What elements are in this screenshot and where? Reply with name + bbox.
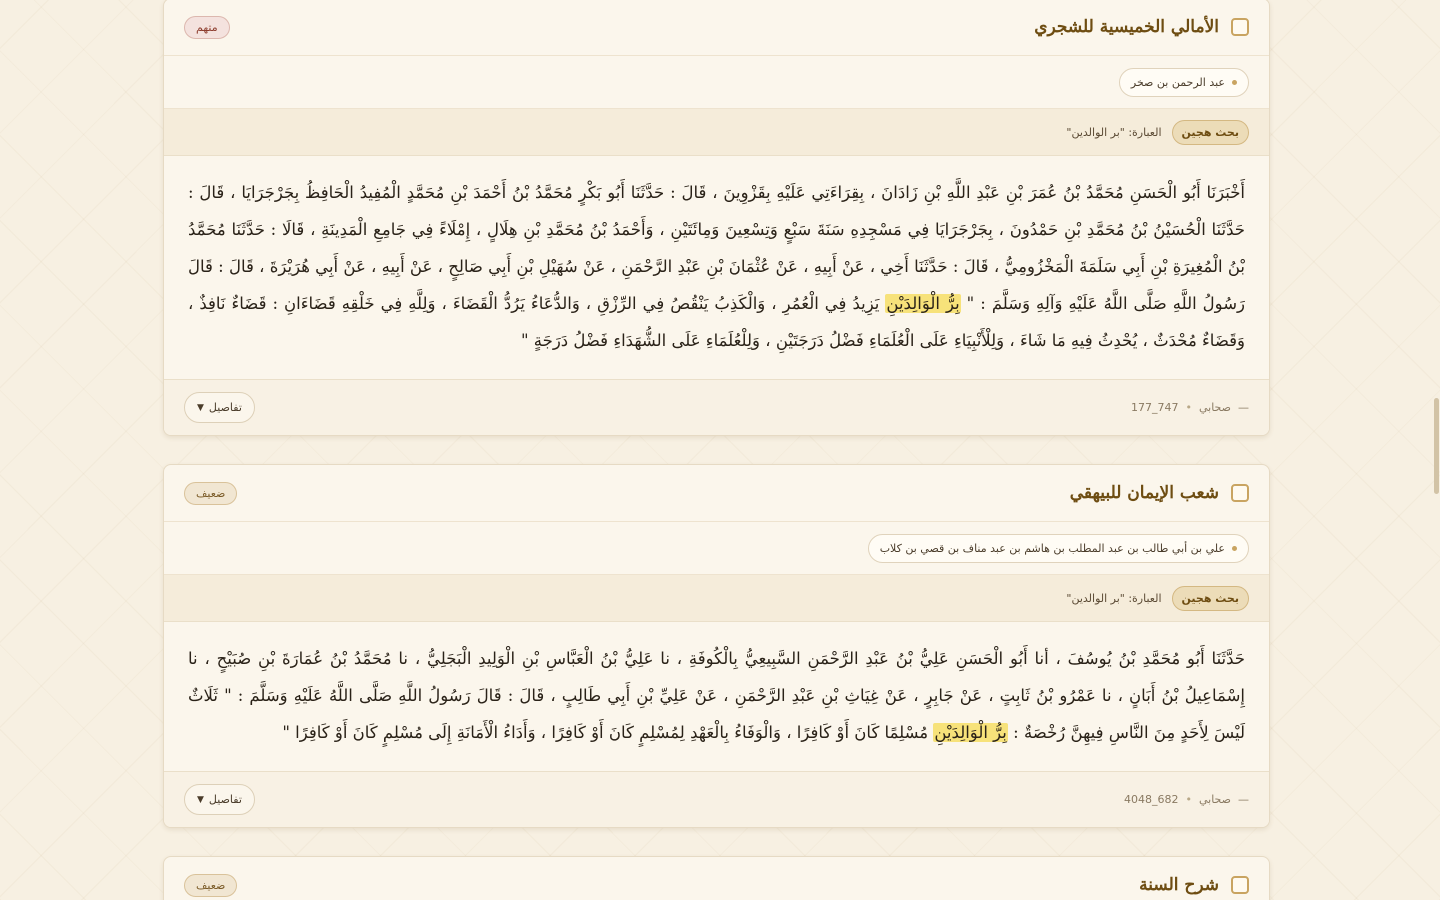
meta-separator: • bbox=[1185, 793, 1192, 806]
meta-dash: — bbox=[1238, 401, 1249, 414]
hadith-text-after: مُسْلِمًا كَانَ أَوْ كَافِرًا ، وَالْوَف… bbox=[282, 723, 934, 742]
select-checkbox[interactable] bbox=[1231, 18, 1249, 36]
scrollbar-thumb[interactable] bbox=[1434, 398, 1439, 494]
bullet-icon bbox=[1232, 79, 1237, 85]
hadith-text: حَدَّثَنَا أَبُو مُحَمَّدِ بْنُ يُوسُفَ … bbox=[164, 622, 1269, 771]
hadith-text: أَخْبَرَنَا أَبُو الْحَسَنِ مُحَمَّدُ بْ… bbox=[164, 156, 1269, 379]
details-button[interactable]: تفاصيل ▼ bbox=[184, 784, 255, 815]
meta-separator: • bbox=[1185, 401, 1192, 414]
select-checkbox[interactable] bbox=[1231, 876, 1249, 894]
card-header: شرح السنة ضعيف bbox=[164, 857, 1269, 900]
hadith-meta: — صحابي • 747_177 bbox=[1131, 401, 1249, 414]
hadith-id: 747_177 bbox=[1130, 401, 1179, 414]
highlighted-match: بِرُّ الْوَالِدَيْنِ bbox=[885, 294, 961, 313]
card-title-wrap: الأمالي الخميسية للشجري bbox=[1034, 17, 1249, 37]
narrator-type: صحابي bbox=[1198, 401, 1231, 414]
search-type-badge: بحث هجين bbox=[1171, 585, 1249, 611]
narrator-type: صحابي bbox=[1198, 793, 1231, 806]
hadith-card: شرح السنة ضعيف bbox=[163, 856, 1270, 900]
highlighted-match: بِرُّ الْوَالِدَيْنِ bbox=[933, 723, 1008, 742]
narrator-name: عبد الرحمن بن صخر bbox=[1130, 75, 1225, 89]
search-phrase: العبارة: "بر الوالدين" bbox=[1066, 125, 1162, 139]
card-title-wrap: شرح السنة bbox=[1139, 875, 1249, 895]
meta-dash: — bbox=[1238, 793, 1249, 806]
narrator-chip[interactable]: عبد الرحمن بن صخر bbox=[1118, 67, 1249, 97]
grade-badge: ضعيف bbox=[184, 481, 238, 505]
search-type-badge: بحث هجين bbox=[1171, 119, 1249, 145]
grade-badge: ضعيف bbox=[184, 873, 238, 897]
narrator-chip[interactable]: علي بن أبي طالب بن عبد المطلب بن هاشم بن… bbox=[867, 533, 1249, 563]
card-title-wrap: شعب الإيمان للبيهقي bbox=[1070, 483, 1249, 503]
hadith-id: 682_4048 bbox=[1123, 793, 1179, 806]
card-footer: — صحابي • 747_177 تفاصيل ▼ bbox=[164, 379, 1269, 435]
details-button[interactable]: تفاصيل ▼ bbox=[184, 392, 255, 423]
search-info-row: بحث هجين العبارة: "بر الوالدين" bbox=[164, 575, 1269, 622]
narrator-name: علي بن أبي طالب بن عبد المطلب بن هاشم بن… bbox=[879, 541, 1225, 555]
narrator-row: علي بن أبي طالب بن عبد المطلب بن هاشم بن… bbox=[164, 522, 1269, 575]
select-checkbox[interactable] bbox=[1231, 484, 1249, 502]
search-info-row: بحث هجين العبارة: "بر الوالدين" bbox=[164, 109, 1269, 156]
card-footer: — صحابي • 682_4048 تفاصيل ▼ bbox=[164, 771, 1269, 827]
details-label: تفاصيل bbox=[208, 401, 242, 414]
details-label: تفاصيل bbox=[208, 793, 242, 806]
scrollbar[interactable] bbox=[1432, 0, 1440, 900]
narrator-row: عبد الرحمن بن صخر bbox=[164, 56, 1269, 109]
caret-down-icon: ▼ bbox=[197, 402, 204, 413]
book-title: شعب الإيمان للبيهقي bbox=[1069, 483, 1219, 503]
grade-badge: متهم bbox=[184, 15, 230, 39]
card-header: شعب الإيمان للبيهقي ضعيف bbox=[164, 465, 1269, 522]
bullet-icon bbox=[1232, 545, 1237, 551]
book-title: شرح السنة bbox=[1139, 875, 1219, 895]
hadith-meta: — صحابي • 682_4048 bbox=[1124, 793, 1249, 806]
search-phrase: العبارة: "بر الوالدين" bbox=[1066, 591, 1162, 605]
caret-down-icon: ▼ bbox=[197, 794, 204, 805]
hadith-card: الأمالي الخميسية للشجري متهم عبد الرحمن … bbox=[163, 0, 1270, 436]
hadith-card: شعب الإيمان للبيهقي ضعيف علي بن أبي طالب… bbox=[163, 464, 1270, 828]
results-feed: الأمالي الخميسية للشجري متهم عبد الرحمن … bbox=[163, 0, 1270, 900]
card-header: الأمالي الخميسية للشجري متهم bbox=[164, 0, 1269, 56]
book-title: الأمالي الخميسية للشجري bbox=[1034, 17, 1219, 37]
